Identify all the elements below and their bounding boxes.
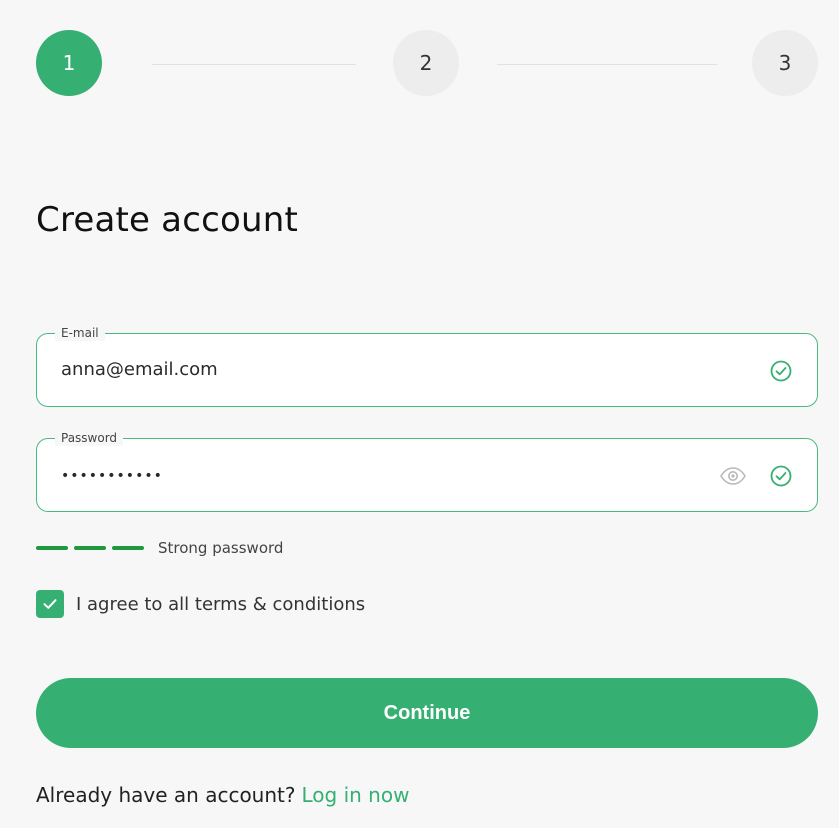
checkmark-icon <box>43 599 57 609</box>
strength-bar-1 <box>36 546 68 550</box>
step-1[interactable]: 1 <box>36 30 102 96</box>
step-2[interactable]: 2 <box>393 30 459 96</box>
signup-page: 1 2 3 Create account E-mail Password <box>0 0 839 828</box>
password-strength: Strong password <box>36 538 283 558</box>
step-2-label: 2 <box>419 51 433 75</box>
email-input[interactable] <box>61 358 661 382</box>
email-valid-check-icon <box>770 360 792 382</box>
password-valid-check-icon <box>770 465 792 487</box>
step-connector-1 <box>152 64 356 65</box>
terms-text[interactable]: I agree to all terms & conditions <box>76 594 365 615</box>
step-3[interactable]: 3 <box>752 30 818 96</box>
password-label: Password <box>55 430 124 446</box>
login-prompt: Already have an account? <box>36 783 296 807</box>
terms-agreement: I agree to all terms & conditions <box>36 590 365 618</box>
login-prompt-row: Already have an account? Log in now <box>36 783 409 807</box>
show-password-eye-icon[interactable] <box>719 464 747 488</box>
step-connector-2 <box>497 64 717 65</box>
step-3-label: 3 <box>778 51 792 75</box>
continue-button[interactable]: Continue <box>36 678 818 748</box>
password-input[interactable] <box>61 464 661 488</box>
progress-stepper: 1 2 3 <box>0 0 839 130</box>
password-field[interactable]: Password <box>36 430 818 512</box>
email-label: E-mail <box>55 325 105 341</box>
strength-text: Strong password <box>158 539 284 557</box>
terms-checkbox[interactable] <box>36 590 64 618</box>
login-link[interactable]: Log in now <box>301 783 409 807</box>
strength-bar-2 <box>74 546 106 550</box>
strength-bar-3 <box>112 546 144 550</box>
step-1-label: 1 <box>62 51 76 75</box>
page-title: Create account <box>36 200 299 240</box>
email-field[interactable]: E-mail <box>36 325 818 407</box>
